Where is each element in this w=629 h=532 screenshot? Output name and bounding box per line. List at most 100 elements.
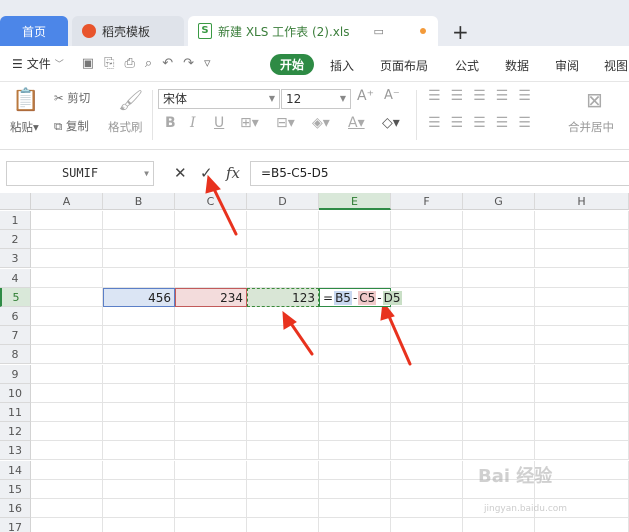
cell-c4[interactable] xyxy=(175,268,247,288)
monitor-icon[interactable]: ▭ xyxy=(373,25,383,38)
cell-a17[interactable] xyxy=(31,518,103,532)
cell-b14[interactable] xyxy=(103,460,175,480)
cell-g3[interactable] xyxy=(463,249,535,269)
cell-g13[interactable] xyxy=(463,441,535,461)
cell-d15[interactable] xyxy=(247,479,319,499)
cell-h6[interactable] xyxy=(535,307,629,326)
row-header-2[interactable]: 2 xyxy=(0,230,31,250)
tab-document[interactable]: S 新建 XLS 工作表 (2).xls ▭ xyxy=(188,16,438,46)
merge-center-icon[interactable]: ⊠ xyxy=(586,88,603,112)
cell-f2[interactable] xyxy=(391,230,463,250)
eraser-icon[interactable]: ◇▾ xyxy=(382,115,400,131)
cell-h9[interactable] xyxy=(535,364,629,384)
cell-c14[interactable] xyxy=(175,460,247,480)
merge-center-button[interactable]: 合并居中 xyxy=(568,119,614,135)
cell-c5[interactable]: 234 xyxy=(175,287,247,307)
cell-e15[interactable] xyxy=(319,479,391,499)
column-header-b[interactable]: B xyxy=(103,193,175,210)
paste-icon[interactable]: 📋 xyxy=(12,88,39,113)
cell-a15[interactable] xyxy=(31,479,103,499)
cell-b10[interactable] xyxy=(103,383,175,403)
cell-a14[interactable] xyxy=(31,460,103,480)
cell-g9[interactable] xyxy=(463,364,535,384)
cell-c1[interactable] xyxy=(175,211,247,230)
cell-e7[interactable] xyxy=(319,326,391,346)
print-icon[interactable]: ⎙ xyxy=(125,56,135,71)
row-header-13[interactable]: 13 xyxy=(0,441,31,461)
cell-c7[interactable] xyxy=(175,326,247,346)
select-all-corner[interactable] xyxy=(0,193,31,210)
cell-g4[interactable] xyxy=(463,268,535,288)
column-header-c[interactable]: C xyxy=(175,193,247,210)
cell-b11[interactable] xyxy=(103,403,175,422)
cell-f11[interactable] xyxy=(391,403,463,422)
cell-f12[interactable] xyxy=(391,422,463,442)
cell-g6[interactable] xyxy=(463,307,535,326)
cell-d16[interactable] xyxy=(247,499,319,518)
menu-view[interactable]: 视图 xyxy=(604,57,628,74)
cell-e17[interactable] xyxy=(319,518,391,532)
new-tab-button[interactable]: + xyxy=(452,20,469,44)
cell-c13[interactable] xyxy=(175,441,247,461)
row-header-15[interactable]: 15 xyxy=(0,479,31,499)
cell-g7[interactable] xyxy=(463,326,535,346)
menu-data[interactable]: 数据 xyxy=(505,57,529,74)
cell-a5[interactable] xyxy=(31,287,103,307)
cell-d7[interactable] xyxy=(247,326,319,346)
cell-e14[interactable] xyxy=(319,460,391,480)
cell-f9[interactable] xyxy=(391,364,463,384)
column-header-h[interactable]: H xyxy=(535,193,629,210)
cut-button[interactable]: ✂ 剪切 xyxy=(54,90,90,106)
cell-b5[interactable]: 456 xyxy=(103,287,175,307)
cell-h17[interactable] xyxy=(535,518,629,532)
cell-d11[interactable] xyxy=(247,403,319,422)
cell-a9[interactable] xyxy=(31,364,103,384)
column-header-d[interactable]: D xyxy=(247,193,319,210)
redo-icon[interactable]: ↷ xyxy=(183,56,194,71)
row-header-1[interactable]: 1 xyxy=(0,211,31,230)
cell-d14[interactable] xyxy=(247,460,319,480)
cell-e10[interactable] xyxy=(319,383,391,403)
column-header-g[interactable]: G xyxy=(463,193,535,210)
cell-d6[interactable] xyxy=(247,307,319,326)
cell-e2[interactable] xyxy=(319,230,391,250)
cell-c11[interactable] xyxy=(175,403,247,422)
name-box[interactable]: SUMIF ▼ xyxy=(6,161,154,186)
font-size-select[interactable]: 12 ▼ xyxy=(281,89,351,109)
more-icon[interactable]: ▿ xyxy=(204,56,211,71)
cell-b1[interactable] xyxy=(103,211,175,230)
cell-f4[interactable] xyxy=(391,268,463,288)
cell-b7[interactable] xyxy=(103,326,175,346)
cell-h12[interactable] xyxy=(535,422,629,442)
cell-f8[interactable] xyxy=(391,345,463,365)
font-name-select[interactable]: 宋体 ▼ xyxy=(158,89,280,109)
cell-c3[interactable] xyxy=(175,249,247,269)
cell-f14[interactable] xyxy=(391,460,463,480)
cell-g1[interactable] xyxy=(463,211,535,230)
cell-g17[interactable] xyxy=(463,518,535,532)
align-vertical-icons[interactable]: ☰☰☰☰☰ xyxy=(428,88,541,104)
cell-e13[interactable] xyxy=(319,441,391,461)
cell-f13[interactable] xyxy=(391,441,463,461)
save-icon[interactable]: ▣ xyxy=(82,56,94,71)
row-header-14[interactable]: 14 xyxy=(0,460,31,480)
cell-b13[interactable] xyxy=(103,441,175,461)
bold-icon[interactable]: B xyxy=(165,115,176,131)
cell-a13[interactable] xyxy=(31,441,103,461)
cell-f16[interactable] xyxy=(391,499,463,518)
cell-e11[interactable] xyxy=(319,403,391,422)
cell-c16[interactable] xyxy=(175,499,247,518)
cell-h3[interactable] xyxy=(535,249,629,269)
row-header-6[interactable]: 6 xyxy=(0,307,31,326)
row-header-7[interactable]: 7 xyxy=(0,326,31,346)
cell-f6[interactable] xyxy=(391,307,463,326)
cell-a7[interactable] xyxy=(31,326,103,346)
tab-home[interactable]: 首页 xyxy=(0,16,68,46)
cell-g8[interactable] xyxy=(463,345,535,365)
cell-d5[interactable]: 123 xyxy=(247,287,319,307)
cell-c6[interactable] xyxy=(175,307,247,326)
cell-e16[interactable] xyxy=(319,499,391,518)
cell-h7[interactable] xyxy=(535,326,629,346)
cell-a8[interactable] xyxy=(31,345,103,365)
cell-c15[interactable] xyxy=(175,479,247,499)
